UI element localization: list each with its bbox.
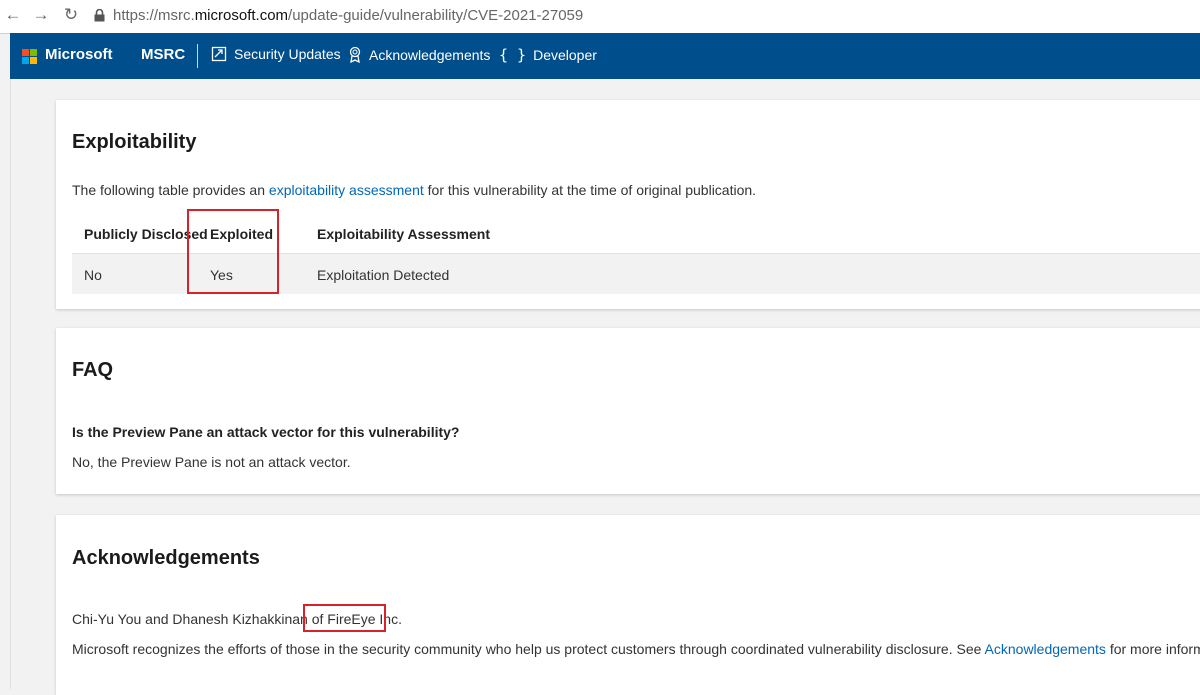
site-header: Microsoft MSRC Security Updates Acknowle… bbox=[10, 33, 1200, 79]
nav-label: Developer bbox=[533, 47, 597, 63]
fireeye-highlight-box bbox=[303, 604, 386, 632]
acknowledgements-card: Acknowledgements Chi-Yu You and Dhanesh … bbox=[56, 515, 1200, 695]
nav-label: Acknowledgements bbox=[369, 47, 491, 63]
nav-security-updates[interactable]: Security Updates bbox=[211, 46, 341, 62]
faq-card: FAQ Is the Preview Pane an attack vector… bbox=[56, 328, 1200, 494]
exploitability-intro: The following table provides an exploita… bbox=[72, 182, 757, 198]
braces-icon: { } bbox=[499, 46, 527, 64]
cell-publicly-disclosed: No bbox=[84, 267, 102, 283]
column-header-exploitability-assessment: Exploitability Assessment bbox=[317, 226, 490, 242]
back-arrow-icon[interactable]: ← bbox=[2, 4, 24, 26]
cell-exploitability-assessment: Exploitation Detected bbox=[317, 267, 450, 283]
acknowledgements-recognition: Microsoft recognizes the efforts of thos… bbox=[72, 641, 1200, 657]
award-icon bbox=[348, 46, 362, 64]
address-bar[interactable]: https://msrc.microsoft.com/update-guide/… bbox=[94, 6, 583, 26]
exploited-highlight-box bbox=[187, 209, 279, 294]
url-host: microsoft.com bbox=[194, 7, 289, 24]
url-path: /update-guide/vulnerability/CVE-2021-270… bbox=[288, 7, 584, 24]
brand-label[interactable]: Microsoft bbox=[45, 46, 113, 63]
faq-title: FAQ bbox=[72, 359, 114, 381]
exploitability-title: Exploitability bbox=[72, 131, 197, 153]
forward-arrow-icon[interactable]: → bbox=[30, 4, 52, 26]
exploitability-assessment-link[interactable]: exploitability assessment bbox=[269, 182, 424, 198]
nav-label: Security Updates bbox=[234, 46, 341, 62]
faq-question: Is the Preview Pane an attack vector for… bbox=[72, 424, 460, 440]
header-divider bbox=[197, 44, 198, 68]
browser-toolbar: ← → ↻ https://msrc.microsoft.com/update-… bbox=[0, 0, 1200, 34]
faq-answer: No, the Preview Pane is not an attack ve… bbox=[72, 454, 351, 470]
site-label[interactable]: MSRC bbox=[141, 46, 185, 63]
url-prefix: https://msrc. bbox=[113, 7, 195, 24]
microsoft-logo-icon[interactable] bbox=[22, 49, 37, 64]
exploitability-card: Exploitability The following table provi… bbox=[56, 100, 1200, 309]
nav-developer[interactable]: { } Developer bbox=[499, 46, 597, 64]
reload-icon[interactable]: ↻ bbox=[60, 4, 82, 26]
acknowledgements-title: Acknowledgements bbox=[72, 547, 260, 569]
lock-icon bbox=[94, 8, 105, 28]
acknowledgements-link[interactable]: Acknowledgements bbox=[985, 641, 1106, 657]
page-gutter-line bbox=[10, 79, 11, 689]
security-updates-icon bbox=[211, 46, 227, 62]
nav-acknowledgements[interactable]: Acknowledgements bbox=[348, 46, 490, 64]
